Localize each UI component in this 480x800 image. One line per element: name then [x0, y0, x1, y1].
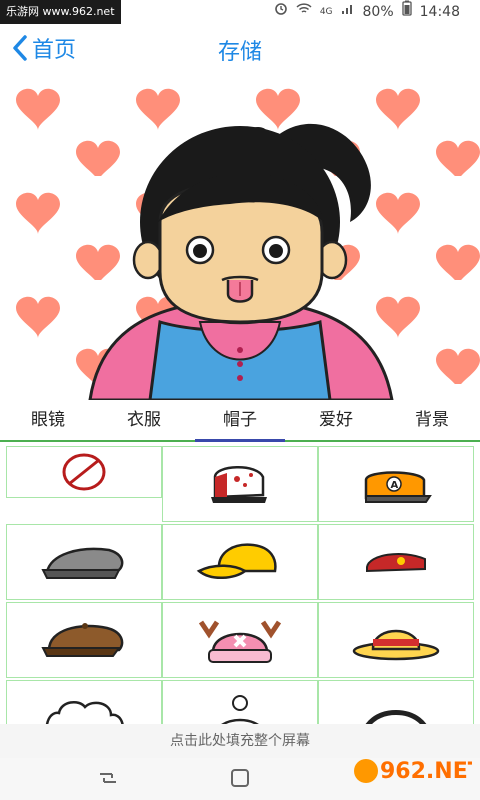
winter-beanie-icon	[221, 695, 259, 724]
watermark-logo: 962.NET	[352, 752, 480, 790]
watermark-brand: 962.NET	[380, 759, 472, 784]
status-bar: 乐游网 www.962.net 4G 80% 14:48	[0, 0, 480, 24]
grid-item-gray-flat-cap[interactable]	[6, 524, 162, 600]
yellow-cap-icon	[196, 543, 277, 579]
tab-background[interactable]: 背景	[384, 400, 480, 440]
red-beret-icon	[366, 552, 426, 573]
baseball-cap-icon	[211, 466, 267, 503]
signal-icon	[341, 0, 355, 24]
grid-item-headphones[interactable]	[318, 680, 474, 724]
hat-grid: A	[6, 446, 474, 724]
brown-newsboy-cap-icon	[41, 623, 124, 657]
white-fluffy-hat-icon	[46, 700, 124, 724]
grid-item-straw-hat[interactable]	[318, 602, 474, 678]
chopper-hat-icon	[198, 620, 282, 663]
svg-text:A: A	[391, 480, 399, 491]
category-tabs: 眼镜 衣服 帽子 爱好 背景	[0, 400, 480, 442]
page-title[interactable]: 存储	[0, 34, 480, 66]
none-icon	[62, 453, 106, 491]
grid-item-baseball-cap[interactable]	[162, 446, 318, 522]
grid-item-winter-beanie[interactable]	[162, 680, 318, 724]
clock: 14:48	[419, 4, 460, 20]
tab-hobbies[interactable]: 爱好	[288, 400, 384, 440]
avatar-canvas	[0, 72, 480, 400]
grid-item-yellow-cap[interactable]	[162, 524, 318, 600]
logo-circle	[354, 759, 378, 783]
avatar-preview	[0, 72, 480, 400]
grid-item-brown-newsboy-cap[interactable]	[6, 602, 162, 678]
gray-flat-cap-icon	[41, 547, 124, 579]
status-watermark: 乐游网 www.962.net	[0, 0, 121, 24]
headphones-icon	[366, 710, 426, 724]
alarm-icon	[274, 0, 288, 24]
status-icons: 4G 80% 14:48	[274, 0, 460, 24]
grid-item-red-beret[interactable]	[318, 524, 474, 600]
grid-item-none[interactable]	[6, 446, 162, 498]
recents-button[interactable]	[96, 766, 124, 792]
home-button[interactable]	[228, 766, 256, 792]
tab-hats[interactable]: 帽子	[192, 400, 288, 442]
tab-clothes[interactable]: 衣服	[96, 400, 192, 440]
straw-hat-icon	[352, 629, 440, 661]
app-bar: 首页 存储	[0, 24, 480, 72]
grid-item-white-fluffy-hat[interactable]	[6, 680, 162, 724]
network-type: 4G	[319, 7, 333, 17]
grid-item-orange-cap[interactable]: A	[318, 446, 474, 522]
home-icon	[231, 769, 249, 787]
orange-cap-icon: A	[364, 471, 432, 503]
recents-icon	[100, 773, 116, 783]
wifi-icon	[296, 0, 312, 24]
battery-icon	[401, 0, 412, 25]
tab-glasses[interactable]: 眼镜	[0, 400, 96, 440]
battery-percent: 80%	[362, 4, 394, 20]
grid-item-chopper-hat[interactable]	[162, 602, 318, 678]
